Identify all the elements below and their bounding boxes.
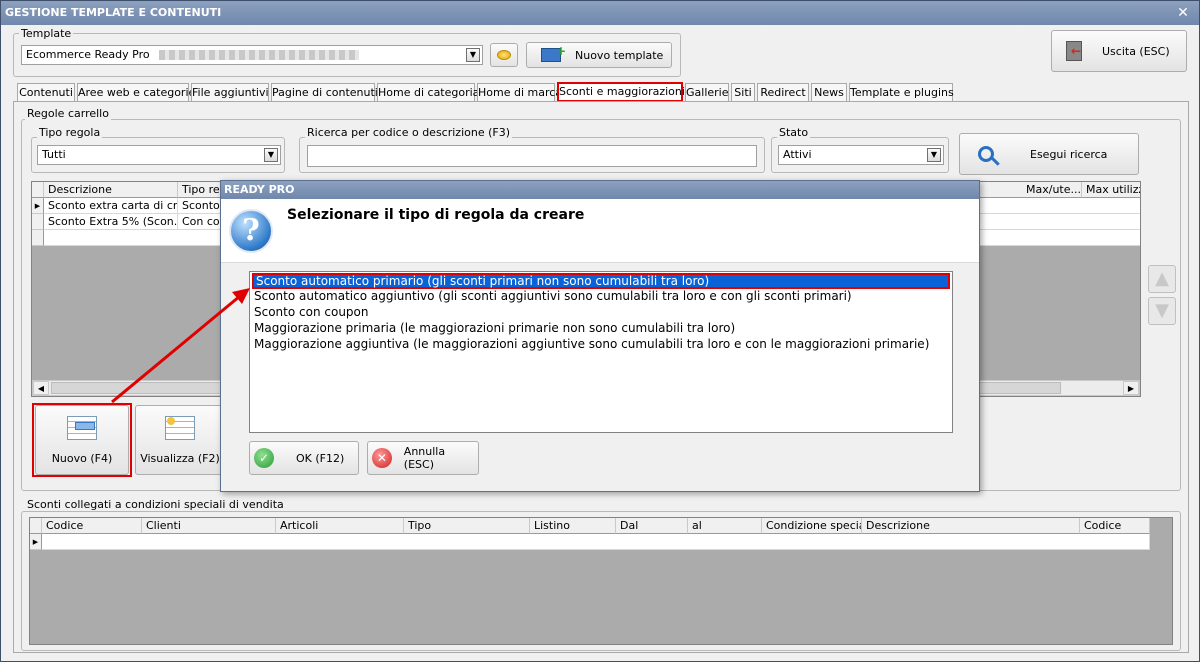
annotation-arrow: [111, 288, 250, 404]
arrow-line: [111, 294, 241, 404]
